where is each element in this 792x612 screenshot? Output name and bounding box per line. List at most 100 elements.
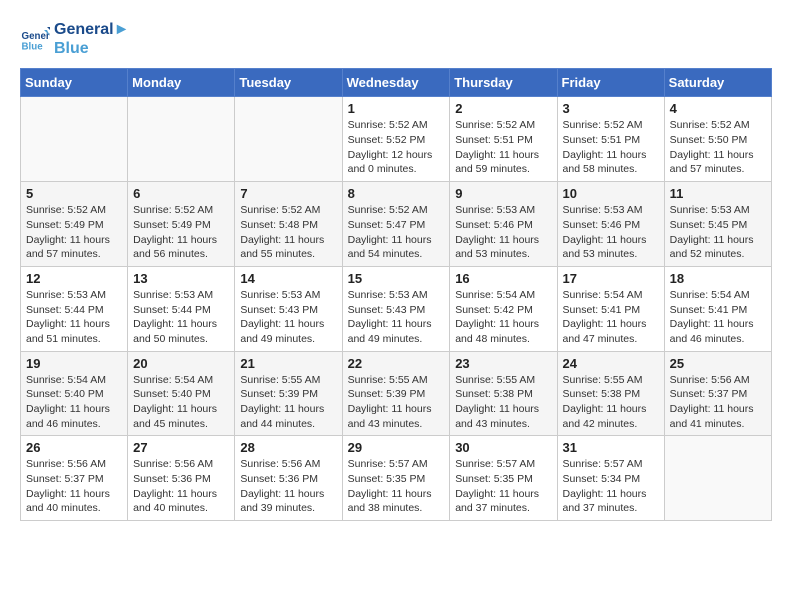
day-number: 20 (133, 356, 229, 371)
calendar-cell: 4 Sunrise: 5:52 AMSunset: 5:50 PMDaylight… (664, 97, 771, 182)
weekday-header-monday: Monday (128, 69, 235, 97)
logo-icon: General Blue (20, 24, 50, 54)
day-number: 27 (133, 440, 229, 455)
day-number: 14 (240, 271, 336, 286)
day-info: Sunrise: 5:53 AMSunset: 5:44 PMDaylight:… (133, 288, 229, 347)
calendar-cell: 9 Sunrise: 5:53 AMSunset: 5:46 PMDaylight… (450, 182, 557, 267)
page-header: General Blue General► Blue (20, 20, 772, 58)
calendar-cell: 10 Sunrise: 5:53 AMSunset: 5:46 PMDayligh… (557, 182, 664, 267)
calendar-cell: 1Sunrise: 5:52 AMSunset: 5:52 PMDaylight… (342, 97, 450, 182)
day-info: Sunrise: 5:55 AMSunset: 5:39 PMDaylight:… (348, 373, 445, 432)
logo-line2: Blue (54, 39, 129, 58)
calendar-week-2: 5 Sunrise: 5:52 AMSunset: 5:49 PMDaylight… (21, 182, 772, 267)
calendar-cell (128, 97, 235, 182)
day-info: Sunrise: 5:57 AMSunset: 5:35 PMDaylight:… (348, 457, 445, 516)
calendar-cell: 2Sunrise: 5:52 AMSunset: 5:51 PMDaylight… (450, 97, 557, 182)
day-number: 15 (348, 271, 445, 286)
day-info: Sunrise: 5:52 AMSunset: 5:50 PMDaylight:… (670, 118, 766, 177)
calendar-cell: 22 Sunrise: 5:55 AMSunset: 5:39 PMDayligh… (342, 351, 450, 436)
calendar-cell: 30 Sunrise: 5:57 AMSunset: 5:35 PMDayligh… (450, 436, 557, 521)
day-info: Sunrise: 5:53 AMSunset: 5:43 PMDaylight:… (348, 288, 445, 347)
calendar-cell: 18 Sunrise: 5:54 AMSunset: 5:41 PMDayligh… (664, 266, 771, 351)
day-number: 26 (26, 440, 122, 455)
day-number: 29 (348, 440, 445, 455)
calendar-cell: 6Sunrise: 5:52 AMSunset: 5:49 PMDaylight… (128, 182, 235, 267)
svg-text:Blue: Blue (22, 42, 44, 53)
day-info: Sunrise: 5:57 AMSunset: 5:35 PMDaylight:… (455, 457, 551, 516)
day-info: Sunrise: 5:52 AMSunset: 5:51 PMDaylight:… (455, 118, 551, 177)
day-info: Sunrise: 5:55 AMSunset: 5:39 PMDaylight:… (240, 373, 336, 432)
day-number: 3 (563, 101, 659, 116)
weekday-header-saturday: Saturday (664, 69, 771, 97)
calendar-cell: 7 Sunrise: 5:52 AMSunset: 5:48 PMDaylight… (235, 182, 342, 267)
calendar-cell: 17 Sunrise: 5:54 AMSunset: 5:41 PMDayligh… (557, 266, 664, 351)
calendar-cell: 8 Sunrise: 5:52 AMSunset: 5:47 PMDaylight… (342, 182, 450, 267)
calendar-cell: 27 Sunrise: 5:56 AMSunset: 5:36 PMDayligh… (128, 436, 235, 521)
day-number: 9 (455, 186, 551, 201)
day-number: 22 (348, 356, 445, 371)
calendar-cell: 21 Sunrise: 5:55 AMSunset: 5:39 PMDayligh… (235, 351, 342, 436)
calendar-cell: 28Sunrise: 5:56 AMSunset: 5:36 PMDayligh… (235, 436, 342, 521)
day-info: Sunrise: 5:53 AMSunset: 5:43 PMDaylight:… (240, 288, 336, 347)
day-info: Sunrise: 5:52 AMSunset: 5:48 PMDaylight:… (240, 203, 336, 262)
day-info: Sunrise: 5:56 AMSunset: 5:37 PMDaylight:… (26, 457, 122, 516)
day-number: 13 (133, 271, 229, 286)
day-number: 30 (455, 440, 551, 455)
day-number: 25 (670, 356, 766, 371)
calendar-cell: 26 Sunrise: 5:56 AMSunset: 5:37 PMDayligh… (21, 436, 128, 521)
calendar-cell (664, 436, 771, 521)
weekday-header-thursday: Thursday (450, 69, 557, 97)
day-info: Sunrise: 5:54 AMSunset: 5:41 PMDaylight:… (670, 288, 766, 347)
day-number: 5 (26, 186, 122, 201)
weekday-header-friday: Friday (557, 69, 664, 97)
calendar-cell: 24 Sunrise: 5:55 AMSunset: 5:38 PMDayligh… (557, 351, 664, 436)
day-number: 21 (240, 356, 336, 371)
calendar-cell: 5 Sunrise: 5:52 AMSunset: 5:49 PMDaylight… (21, 182, 128, 267)
day-number: 11 (670, 186, 766, 201)
weekday-header-sunday: Sunday (21, 69, 128, 97)
day-info: Sunrise: 5:55 AMSunset: 5:38 PMDaylight:… (455, 373, 551, 432)
calendar-header-row: SundayMondayTuesdayWednesdayThursdayFrid… (21, 69, 772, 97)
calendar-cell: 25 Sunrise: 5:56 AMSunset: 5:37 PMDayligh… (664, 351, 771, 436)
day-info: Sunrise: 5:56 AMSunset: 5:37 PMDaylight:… (670, 373, 766, 432)
calendar-cell: 23Sunrise: 5:55 AMSunset: 5:38 PMDayligh… (450, 351, 557, 436)
day-number: 8 (348, 186, 445, 201)
day-info: Sunrise: 5:55 AMSunset: 5:38 PMDaylight:… (563, 373, 659, 432)
calendar-cell: 16Sunrise: 5:54 AMSunset: 5:42 PMDayligh… (450, 266, 557, 351)
day-info: Sunrise: 5:54 AMSunset: 5:40 PMDaylight:… (26, 373, 122, 432)
calendar-cell: 19 Sunrise: 5:54 AMSunset: 5:40 PMDayligh… (21, 351, 128, 436)
day-info: Sunrise: 5:56 AMSunset: 5:36 PMDaylight:… (133, 457, 229, 516)
day-number: 4 (670, 101, 766, 116)
day-number: 24 (563, 356, 659, 371)
calendar-cell: 14 Sunrise: 5:53 AMSunset: 5:43 PMDayligh… (235, 266, 342, 351)
day-number: 31 (563, 440, 659, 455)
calendar-cell (21, 97, 128, 182)
day-number: 10 (563, 186, 659, 201)
day-info: Sunrise: 5:53 AMSunset: 5:44 PMDaylight:… (26, 288, 122, 347)
calendar-cell: 13 Sunrise: 5:53 AMSunset: 5:44 PMDayligh… (128, 266, 235, 351)
day-number: 12 (26, 271, 122, 286)
day-info: Sunrise: 5:52 AMSunset: 5:52 PMDaylight:… (348, 118, 445, 177)
svg-text:General: General (22, 31, 51, 42)
day-info: Sunrise: 5:52 AMSunset: 5:49 PMDaylight:… (26, 203, 122, 262)
calendar-cell: 3Sunrise: 5:52 AMSunset: 5:51 PMDaylight… (557, 97, 664, 182)
day-info: Sunrise: 5:54 AMSunset: 5:41 PMDaylight:… (563, 288, 659, 347)
day-info: Sunrise: 5:54 AMSunset: 5:40 PMDaylight:… (133, 373, 229, 432)
calendar-cell: 12 Sunrise: 5:53 AMSunset: 5:44 PMDayligh… (21, 266, 128, 351)
calendar-cell: 20 Sunrise: 5:54 AMSunset: 5:40 PMDayligh… (128, 351, 235, 436)
calendar-cell: 11 Sunrise: 5:53 AMSunset: 5:45 PMDayligh… (664, 182, 771, 267)
day-number: 16 (455, 271, 551, 286)
day-info: Sunrise: 5:53 AMSunset: 5:46 PMDaylight:… (455, 203, 551, 262)
day-info: Sunrise: 5:56 AMSunset: 5:36 PMDaylight:… (240, 457, 336, 516)
day-info: Sunrise: 5:53 AMSunset: 5:45 PMDaylight:… (670, 203, 766, 262)
calendar-week-5: 26 Sunrise: 5:56 AMSunset: 5:37 PMDayligh… (21, 436, 772, 521)
calendar-table: SundayMondayTuesdayWednesdayThursdayFrid… (20, 68, 772, 521)
day-number: 17 (563, 271, 659, 286)
day-info: Sunrise: 5:52 AMSunset: 5:47 PMDaylight:… (348, 203, 445, 262)
calendar-week-1: 1Sunrise: 5:52 AMSunset: 5:52 PMDaylight… (21, 97, 772, 182)
day-info: Sunrise: 5:53 AMSunset: 5:46 PMDaylight:… (563, 203, 659, 262)
day-number: 19 (26, 356, 122, 371)
day-number: 18 (670, 271, 766, 286)
calendar-week-4: 19 Sunrise: 5:54 AMSunset: 5:40 PMDayligh… (21, 351, 772, 436)
day-number: 7 (240, 186, 336, 201)
